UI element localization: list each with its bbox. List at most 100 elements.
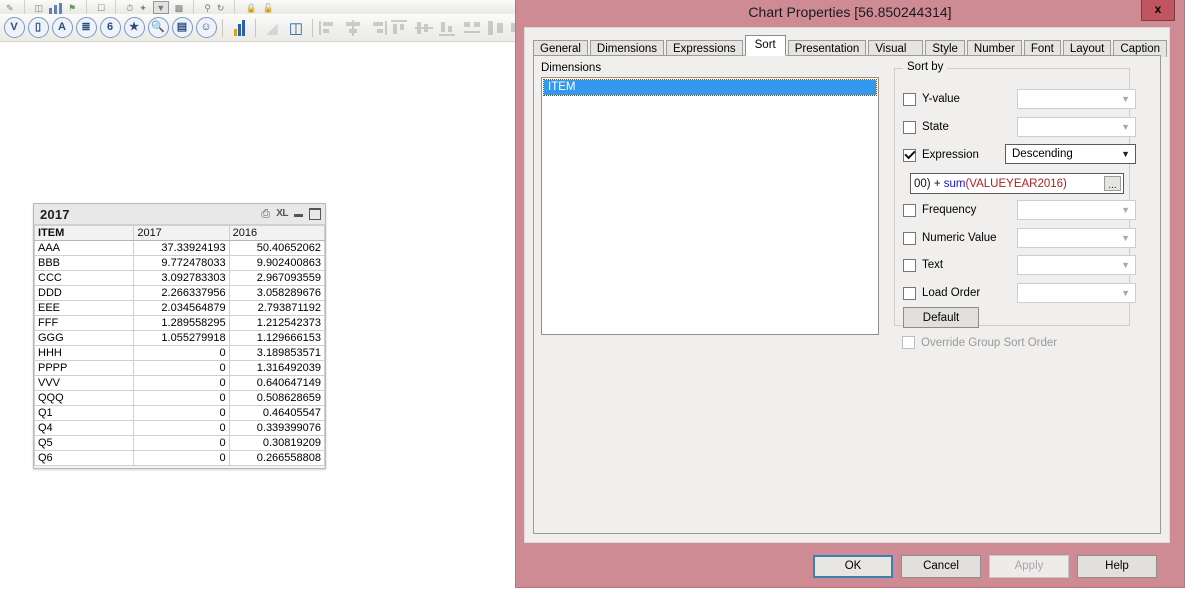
cell-2016[interactable]: 1.129666153 [228,330,326,346]
cell-2016[interactable]: 1.212542373 [228,315,326,331]
multibox-icon[interactable]: ▯ [27,17,49,39]
print-icon[interactable]: ⎙ [261,208,270,220]
cancel-button[interactable]: Cancel [901,554,981,578]
align-left-icon[interactable] [318,17,340,39]
cell-2016[interactable]: 2.793871192 [228,300,326,316]
cell-2016[interactable]: 0.508628659 [228,390,326,406]
checkbox-numeric-value[interactable] [903,231,916,245]
column-header-2017[interactable]: 2017 [133,225,230,241]
cell-2017[interactable]: 0 [133,375,230,391]
table-row[interactable]: BBB 9.772478033 9.902400863 [33,255,326,271]
dimensions-list-item-item[interactable]: ITEM [543,79,877,96]
chart-table-object[interactable]: 2017 ⎙ XL ITEM 2017 2016 AAA 37.33924193… [33,203,326,469]
cell-2017[interactable]: 2.034564879 [133,300,230,316]
checkbox-load-order[interactable] [903,286,916,300]
cell-2017[interactable]: 0 [133,435,230,451]
cell-2016[interactable]: 1.316492039 [228,360,326,376]
cell-2017[interactable]: 37.33924193 [133,240,230,256]
cell-item[interactable]: HHH [33,345,135,361]
cell-2017[interactable]: 0 [133,345,230,361]
column-header-2016[interactable]: 2016 [228,225,326,241]
expression-editor-button[interactable]: ... [1104,176,1121,191]
help-button[interactable]: Help [1077,554,1157,578]
combo-expression-direction[interactable]: Descending ▼ [1005,144,1136,164]
cell-2017[interactable]: 1.055279918 [133,330,230,346]
column-header-item[interactable]: ITEM [33,225,135,241]
cell-item[interactable]: FFF [33,315,135,331]
search-object-icon[interactable]: 🔍 [147,17,169,39]
export-to-excel-icon[interactable]: XL [276,209,288,219]
table-row[interactable]: HHH 0 3.189853571 [33,345,326,361]
tab-sort[interactable]: Sort [744,35,786,56]
text-object-icon[interactable]: A [51,17,73,39]
page-icon[interactable]: ☐ [97,3,105,14]
checkbox-y-value[interactable] [903,92,916,106]
cell-item[interactable]: Q6 [33,450,135,466]
cell-item[interactable]: BBB [33,255,135,271]
chart-properties-dialog[interactable]: Chart Properties [56.850244314] x Genera… [515,0,1185,588]
minimize-icon[interactable] [294,213,303,217]
cell-item[interactable]: CCC [33,270,135,286]
table-row[interactable]: FFF 1.289558295 1.212542373 [33,315,326,331]
cell-item[interactable]: Q1 [33,405,135,421]
cell-item[interactable]: Q5 [33,435,135,451]
container-icon[interactable]: ▤ [171,17,193,39]
cell-2017[interactable]: 1.289558295 [133,315,230,331]
expression-input[interactable]: 00) + sum(VALUEYEAR2016) ... [910,173,1124,194]
pencil-icon[interactable]: ✎ [6,3,14,14]
checkbox-text[interactable] [903,258,916,272]
align-right-icon[interactable] [366,17,388,39]
bookmark-star-icon[interactable]: ★ [123,17,145,39]
dropdown-icon[interactable]: ▼ [152,1,169,14]
zoom-icon[interactable]: ⚲ [204,3,211,14]
table-row[interactable]: Q5 0 0.30819209 [33,435,326,451]
table-row[interactable]: VVV 0 0.640647149 [33,375,326,391]
table-row[interactable]: Q6 0 0.266558808 [33,450,326,466]
cell-2017[interactable]: 0 [133,390,230,406]
chart-wizard-icon[interactable] [228,17,250,39]
lock-icon[interactable]: 🔒 [245,3,256,14]
cell-item[interactable]: EEE [33,300,135,316]
table-row[interactable]: DDD 2.266337956 3.058289676 [33,285,326,301]
table-row[interactable]: Q1 0 0.46405547 [33,405,326,421]
cell-2016[interactable]: 2.967093559 [228,270,326,286]
table-row[interactable]: AAA 37.33924193 50.40652062 [33,240,326,256]
dimensions-list[interactable]: ITEM [541,77,879,335]
screen-icon[interactable]: ◫ [35,3,44,14]
cell-2017[interactable]: 3.092783303 [133,270,230,286]
cell-item[interactable]: GGG [33,330,135,346]
checkmark-list-icon[interactable]: V [3,17,25,39]
cell-item[interactable]: QQQ [33,390,135,406]
close-icon[interactable]: x [1141,0,1175,21]
cell-item[interactable]: DDD [33,285,135,301]
combo-text[interactable]: ▼ [1017,255,1136,275]
combo-y-value[interactable]: ▼ [1017,89,1136,109]
chart-caption-bar[interactable]: 2017 ⎙ XL [34,204,325,225]
align-middle-icon[interactable] [414,17,436,39]
cell-2017[interactable]: 0 [133,360,230,376]
table-row[interactable]: QQQ 0 0.508628659 [33,390,326,406]
combo-load-order[interactable]: ▼ [1017,283,1136,303]
table-row[interactable]: Q4 0 0.339399076 [33,420,326,436]
cell-2016[interactable]: 0.30819209 [228,435,326,451]
cell-item[interactable]: PPPP [33,360,135,376]
cell-item[interactable]: AAA [33,240,135,256]
table-row[interactable]: GGG 1.055279918 1.129666153 [33,330,326,346]
distribute-vertical-icon[interactable] [486,17,508,39]
cell-2017[interactable]: 9.772478033 [133,255,230,271]
table-row[interactable]: CCC 3.092783303 2.967093559 [33,270,326,286]
cell-2016[interactable]: 9.902400863 [228,255,326,271]
wand-icon[interactable]: ✦ [139,3,147,14]
maximize-icon[interactable] [309,208,321,220]
combo-frequency[interactable]: ▼ [1017,200,1136,220]
flag-icon[interactable]: ⚑ [68,3,76,14]
cell-2016[interactable]: 0.640647149 [228,375,326,391]
align-top-icon[interactable] [390,17,412,39]
distribute-horizontal-icon[interactable] [462,17,484,39]
cell-2017[interactable]: 2.266337956 [133,285,230,301]
checkbox-expression[interactable] [903,148,916,162]
clock-icon[interactable]: ⏱ [126,3,133,14]
cell-2016[interactable]: 0.46405547 [228,405,326,421]
grid-snap-icon[interactable]: ◫ [285,17,307,39]
ok-button[interactable]: OK [813,554,893,578]
